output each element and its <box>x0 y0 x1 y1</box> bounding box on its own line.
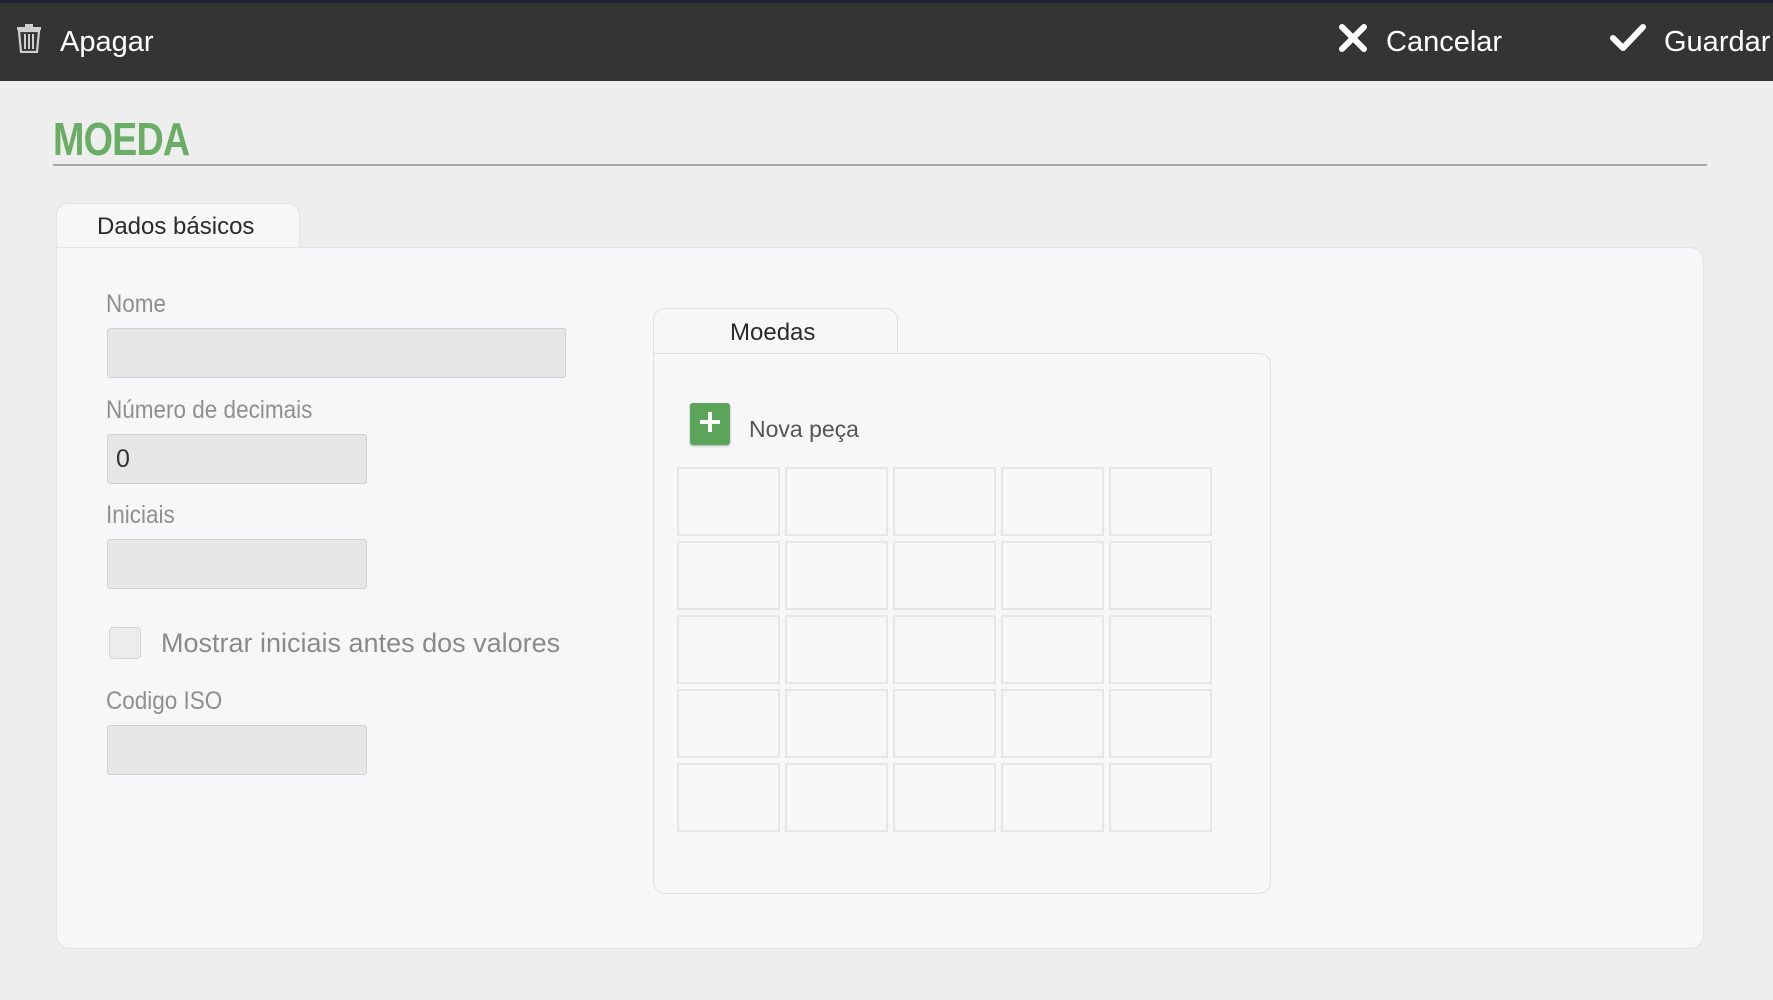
coin-slot[interactable] <box>1001 689 1104 758</box>
show-initials-label[interactable]: Mostrar iniciais antes dos valores <box>161 628 560 659</box>
iso-code-label: Codigo ISO <box>106 687 223 715</box>
name-label: Nome <box>106 290 167 318</box>
coin-slot[interactable] <box>893 467 996 536</box>
checkmark-icon <box>1610 23 1646 61</box>
coin-slot[interactable] <box>893 615 996 684</box>
iso-code-field[interactable] <box>107 725 367 775</box>
coin-slot[interactable] <box>1109 689 1212 758</box>
tab-coins[interactable]: Moedas <box>653 308 898 356</box>
show-initials-checkbox[interactable] <box>109 627 141 659</box>
coin-slot[interactable] <box>1001 763 1104 832</box>
title-divider <box>53 164 1707 166</box>
delete-label: Apagar <box>60 25 154 58</box>
cancel-label: Cancelar <box>1386 25 1503 58</box>
coin-slot[interactable] <box>677 615 780 684</box>
tab-basic-data[interactable]: Dados básicos <box>56 203 300 249</box>
coin-slot[interactable] <box>1109 763 1212 832</box>
coin-slot[interactable] <box>785 541 888 610</box>
name-field[interactable] <box>107 328 566 378</box>
save-label: Guardar <box>1664 25 1771 58</box>
coin-slot[interactable] <box>1109 541 1212 610</box>
plus-icon <box>698 410 722 439</box>
decimals-label: Número de decimais <box>106 396 313 424</box>
coin-slot[interactable] <box>1109 467 1212 536</box>
coin-grid <box>677 467 1212 832</box>
trash-icon <box>16 23 42 61</box>
toolbar: Apagar Cancelar Guardar <box>0 0 1773 81</box>
initials-label: Iniciais <box>106 501 175 529</box>
coin-slot[interactable] <box>1001 615 1104 684</box>
initials-field[interactable] <box>107 539 367 589</box>
coin-slot[interactable] <box>1001 541 1104 610</box>
coin-slot[interactable] <box>1001 467 1104 536</box>
close-icon <box>1338 23 1368 61</box>
cancel-button[interactable]: Cancelar <box>1338 3 1502 81</box>
delete-button[interactable]: Apagar <box>16 3 154 81</box>
coin-slot[interactable] <box>677 467 780 536</box>
coin-slot[interactable] <box>893 763 996 832</box>
save-button[interactable]: Guardar <box>1610 3 1770 81</box>
coin-slot[interactable] <box>893 541 996 610</box>
decimals-field[interactable]: 0 <box>107 434 367 484</box>
coin-slot[interactable] <box>677 689 780 758</box>
add-coin-button[interactable] <box>690 403 730 445</box>
coin-slot[interactable] <box>785 467 888 536</box>
page-title: MOEDA <box>53 113 190 165</box>
coin-slot[interactable] <box>677 763 780 832</box>
coin-slot[interactable] <box>893 689 996 758</box>
coin-slot[interactable] <box>1109 615 1212 684</box>
coin-slot[interactable] <box>785 689 888 758</box>
coin-slot[interactable] <box>785 763 888 832</box>
coin-slot[interactable] <box>785 615 888 684</box>
add-coin-label[interactable]: Nova peça <box>749 416 859 443</box>
coin-slot[interactable] <box>677 541 780 610</box>
